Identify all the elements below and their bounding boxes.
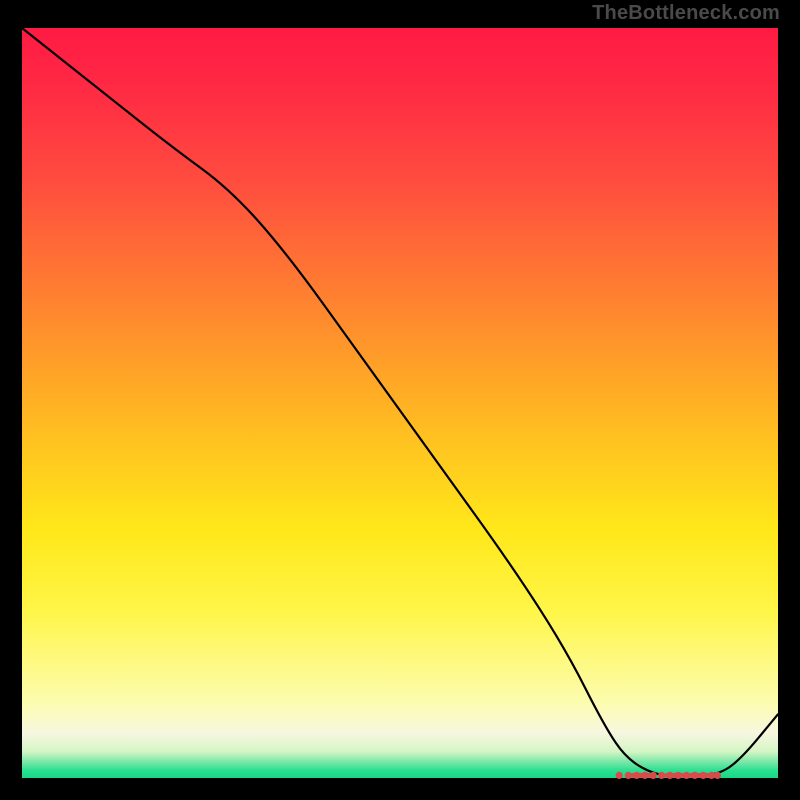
chart-frame: TheBottleneck.com xyxy=(0,0,800,800)
plot-area xyxy=(22,28,778,778)
optimal-marker-dot xyxy=(714,772,721,779)
optimal-marker-group xyxy=(616,772,722,779)
attribution-watermark: TheBottleneck.com xyxy=(592,2,780,25)
chart-svg xyxy=(22,28,778,778)
optimal-marker-dot xyxy=(616,772,623,779)
optimal-marker-dot xyxy=(658,772,665,779)
bottleneck-curve-path xyxy=(22,28,778,776)
